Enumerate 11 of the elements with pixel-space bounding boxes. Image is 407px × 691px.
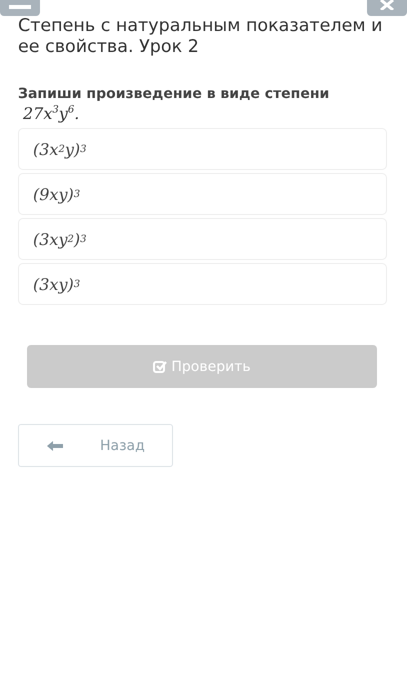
question-formula: 27x$^{3}$y$^{6}$. bbox=[23, 104, 80, 125]
answer-option[interactable]: (9xy)$^{3}$ bbox=[18, 173, 387, 215]
answer-option[interactable]: (3xy$^{2}$)$^{3}$ bbox=[18, 218, 387, 260]
checkbox-icon bbox=[153, 360, 168, 373]
answer-option[interactable]: (3x$^{2}$y)$^{3}$ bbox=[18, 128, 387, 170]
close-icon bbox=[380, 0, 394, 10]
answer-option[interactable]: (3xy)$^{3}$ bbox=[18, 263, 387, 305]
question-text: Запиши произведение в виде степени bbox=[18, 86, 330, 102]
lesson-title: Степень с натуральным показателем и ее свойства. Урок 2 bbox=[18, 16, 384, 58]
minus-icon bbox=[9, 4, 31, 10]
arrow-left-icon bbox=[46, 440, 64, 452]
